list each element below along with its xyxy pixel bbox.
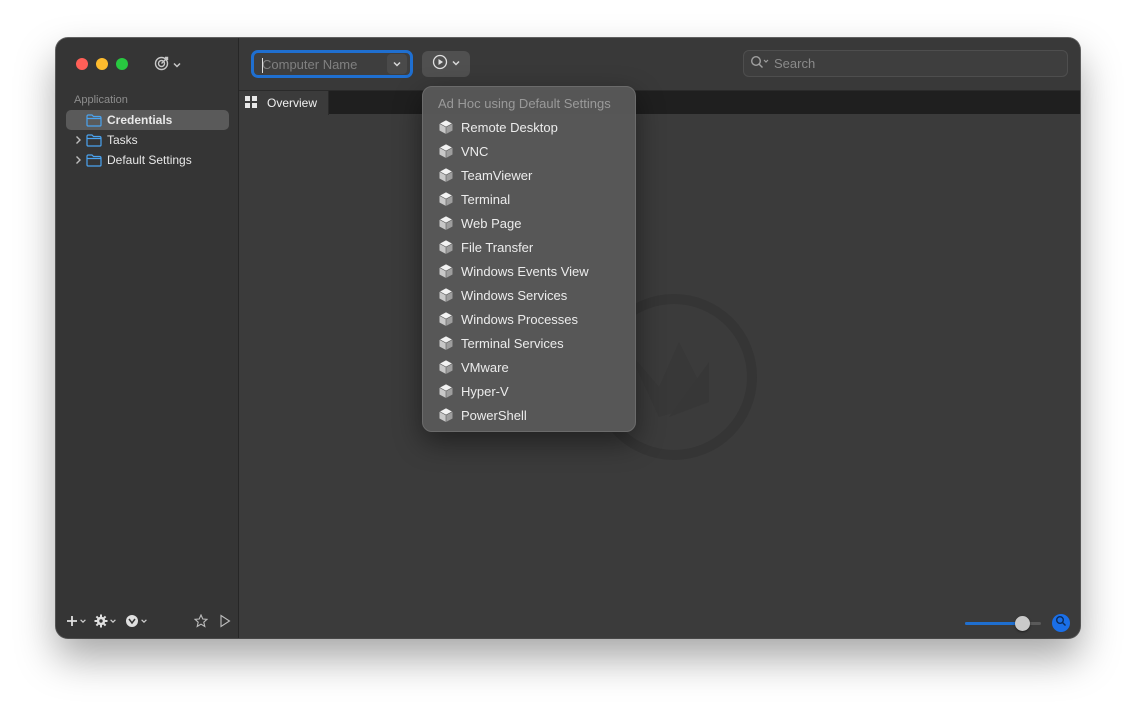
cube-icon	[437, 310, 455, 328]
magnifier-icon	[1055, 614, 1067, 632]
minimize-button[interactable]	[96, 58, 108, 70]
status-bar	[239, 608, 1080, 638]
tab-label: Overview	[267, 96, 318, 110]
tree-item-default-settings[interactable]: Default Settings	[66, 150, 229, 170]
computer-name-combobox[interactable]: Computer Name	[251, 50, 413, 78]
target-icon	[154, 55, 170, 76]
menu-item-hyper-v[interactable]: Hyper-V	[423, 379, 635, 403]
search-input[interactable]: Search	[774, 56, 815, 71]
menu-item-label: VNC	[461, 143, 489, 159]
menu-item-web-page[interactable]: Web Page	[423, 211, 635, 235]
cube-icon	[437, 334, 455, 352]
cube-icon	[437, 286, 455, 304]
tree-item-credentials[interactable]: Credentials	[66, 110, 229, 130]
menu-item-label: Windows Events View	[461, 263, 589, 279]
zoom-button[interactable]	[116, 58, 128, 70]
chevron-down-icon	[172, 57, 182, 75]
menu-header: Ad Hoc using Default Settings	[438, 96, 611, 111]
chevron-down-icon	[393, 61, 401, 67]
search-field[interactable]: Search	[743, 50, 1068, 77]
menu-item-windows-processes[interactable]: Windows Processes	[423, 307, 635, 331]
cube-icon	[437, 166, 455, 184]
menu-item-terminal-services[interactable]: Terminal Services	[423, 331, 635, 355]
menu-item-label: Web Page	[461, 215, 522, 231]
tree-item-tasks[interactable]: Tasks	[66, 130, 229, 150]
cube-icon	[437, 190, 455, 208]
menu-item-label: Terminal Services	[461, 335, 564, 351]
menu-item-windows-events-view[interactable]: Windows Events View	[423, 259, 635, 283]
cube-icon	[437, 238, 455, 256]
grid-icon	[245, 95, 257, 111]
sidebar-section-label: Application	[74, 94, 128, 106]
zoom-slider[interactable]	[965, 616, 1041, 631]
chevron-down-icon	[109, 616, 117, 628]
adhoc-connect-menu: Ad Hoc using Default Settings Remote Des…	[422, 86, 636, 432]
menu-item-label: TeamViewer	[461, 167, 533, 183]
menu-item-teamviewer[interactable]: TeamViewer	[423, 163, 635, 187]
menu-item-label: Windows Services	[461, 287, 568, 303]
star-icon[interactable]	[193, 613, 209, 631]
menu-items: Remote Desktop VNC TeamViewer Terminal W…	[423, 115, 635, 427]
menu-item-label: Windows Processes	[461, 311, 579, 327]
navigation-tree: Credentials Tasks Default Settings	[66, 110, 229, 170]
chevron-down-icon	[79, 616, 87, 628]
cube-icon	[437, 406, 455, 424]
cube-icon	[437, 382, 455, 400]
menu-item-label: Terminal	[461, 191, 511, 207]
main-area: Computer Name Search Overview	[239, 38, 1080, 638]
sync-menu-button[interactable]	[154, 55, 182, 76]
gear-icon	[94, 614, 108, 631]
folder-icon	[86, 153, 102, 167]
sidebar-footer	[56, 610, 239, 634]
tab-bar: Overview	[239, 90, 1080, 115]
menu-item-powershell[interactable]: PowerShell	[423, 403, 635, 427]
cube-icon	[437, 358, 455, 376]
zoom-slider-knob[interactable]	[1014, 616, 1030, 631]
menu-item-file-transfer[interactable]: File Transfer	[423, 235, 635, 259]
account-icon	[125, 614, 139, 631]
connect-menu-button[interactable]	[422, 51, 470, 77]
close-button[interactable]	[76, 58, 88, 70]
tree-item-label: Default Settings	[107, 153, 192, 167]
cube-icon	[437, 214, 455, 232]
menu-item-label: Remote Desktop	[461, 119, 558, 135]
chevron-right-icon[interactable]	[72, 155, 84, 165]
menu-item-vmware[interactable]: VMware	[423, 355, 635, 379]
cube-icon	[437, 262, 455, 280]
folder-icon	[86, 133, 102, 147]
computer-name-input[interactable]: Computer Name	[262, 57, 387, 72]
add-menu-button[interactable]	[66, 615, 87, 630]
settings-menu-button[interactable]	[94, 614, 117, 631]
chevron-down-icon	[140, 616, 148, 628]
window-controls	[76, 58, 128, 70]
play-icon[interactable]	[219, 613, 231, 631]
cube-icon	[437, 142, 455, 160]
zoom-magnifier-button[interactable]	[1052, 614, 1070, 632]
tree-item-label: Tasks	[107, 133, 138, 147]
tree-item-label: Credentials	[107, 113, 173, 127]
tab-overview[interactable]: Overview	[239, 91, 329, 115]
menu-item-windows-services[interactable]: Windows Services	[423, 283, 635, 307]
chevron-right-icon[interactable]	[72, 135, 84, 145]
play-circle-icon	[432, 54, 448, 75]
menu-item-label: Hyper-V	[461, 383, 509, 399]
plus-icon	[66, 615, 78, 630]
menu-item-vnc[interactable]: VNC	[423, 139, 635, 163]
menu-item-remote-desktop[interactable]: Remote Desktop	[423, 115, 635, 139]
zoom-slider-fill	[965, 622, 1022, 625]
search-icon[interactable]	[750, 55, 770, 72]
combobox-dropdown-button[interactable]	[387, 54, 407, 74]
menu-item-label: VMware	[461, 359, 509, 375]
text-cursor	[262, 58, 263, 73]
menu-item-label: File Transfer	[461, 239, 534, 255]
account-menu-button[interactable]	[125, 614, 148, 631]
toolbar: Computer Name Search	[239, 38, 1080, 90]
menu-item-terminal[interactable]: Terminal	[423, 187, 635, 211]
folder-icon	[86, 113, 102, 127]
chevron-down-icon	[451, 55, 461, 73]
sidebar: Application Credentials Tasks Default Se…	[56, 38, 239, 638]
cube-icon	[437, 118, 455, 136]
menu-item-label: PowerShell	[461, 407, 527, 423]
overview-content	[239, 114, 1080, 608]
